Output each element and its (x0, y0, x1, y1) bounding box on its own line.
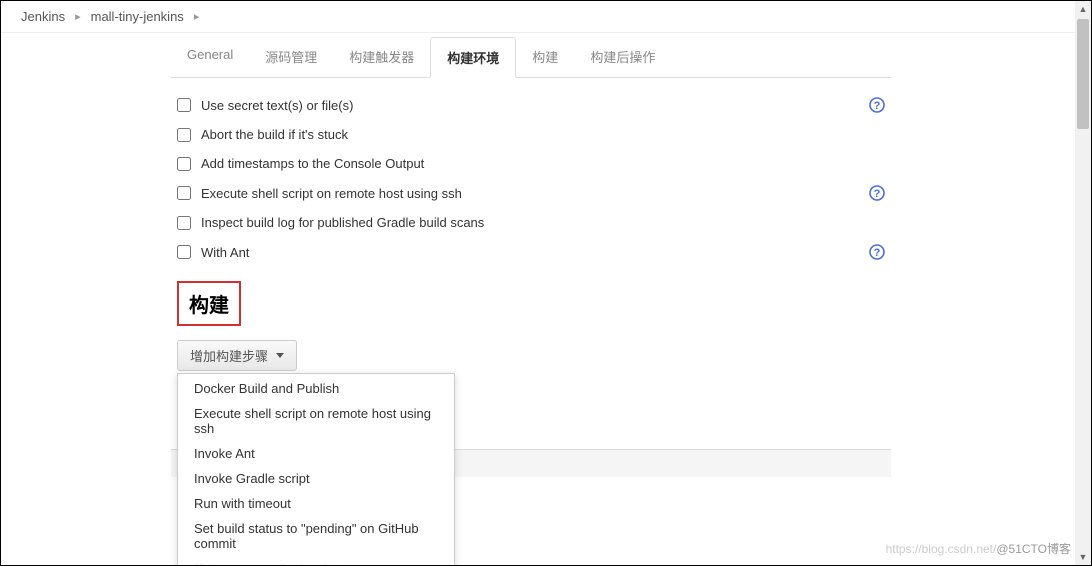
option-abort-stuck: Abort the build if it's stuck (171, 120, 891, 149)
tab-build[interactable]: 构建 (516, 37, 574, 77)
menu-invoke-gradle[interactable]: Invoke Gradle script (178, 466, 454, 491)
menu-ssh-shell[interactable]: Execute shell script on remote host usin… (178, 401, 454, 441)
menu-windows-batch[interactable]: 执行 Windows 批处理命令 (178, 556, 454, 566)
tab-scm[interactable]: 源码管理 (249, 37, 333, 77)
scrollbar-thumb[interactable] (1077, 19, 1089, 129)
scroll-up-icon[interactable]: ▲ (1075, 1, 1091, 17)
breadcrumb-separator: ▸ (75, 10, 81, 23)
menu-docker-build[interactable]: Docker Build and Publish (178, 376, 454, 401)
option-secret-text: Use secret text(s) or file(s) ? (171, 90, 891, 120)
checkbox-timestamps[interactable] (177, 157, 191, 171)
window: Jenkins ▸ mall-tiny-jenkins ▸ General 源码… (0, 0, 1092, 566)
breadcrumb-separator: ▸ (194, 10, 200, 23)
build-step-dropdown: Docker Build and Publish Execute shell s… (177, 373, 455, 566)
checkbox-abort-stuck[interactable] (177, 128, 191, 142)
tab-triggers[interactable]: 构建触发器 (333, 37, 430, 77)
option-ssh-shell: Execute shell script on remote host usin… (171, 178, 891, 208)
config-content: General 源码管理 构建触发器 构建环境 构建 构建后操作 Use sec… (171, 37, 911, 566)
breadcrumb-project[interactable]: mall-tiny-jenkins (91, 9, 184, 24)
add-build-step-button[interactable]: 增加构建步骤 (177, 340, 297, 371)
tab-build-env[interactable]: 构建环境 (430, 37, 516, 78)
tab-post-build[interactable]: 构建后操作 (574, 37, 671, 77)
option-timestamps: Add timestamps to the Console Output (171, 149, 891, 178)
menu-run-timeout[interactable]: Run with timeout (178, 491, 454, 516)
option-with-ant: With Ant ? (171, 237, 891, 267)
tabs: General 源码管理 构建触发器 构建环境 构建 构建后操作 (171, 37, 891, 78)
checkbox-with-ant[interactable] (177, 245, 191, 259)
help-icon[interactable]: ? (869, 185, 885, 201)
section-build-title: 构建 (177, 281, 241, 326)
scrollbar[interactable]: ▲ ▼ (1075, 1, 1091, 565)
breadcrumb-jenkins[interactable]: Jenkins (21, 9, 65, 24)
menu-invoke-ant[interactable]: Invoke Ant (178, 441, 454, 466)
svg-text:?: ? (874, 247, 881, 259)
svg-text:?: ? (874, 100, 881, 112)
menu-github-pending[interactable]: Set build status to "pending" on GitHub … (178, 516, 454, 556)
label-with-ant: With Ant (201, 245, 869, 260)
scroll-down-icon[interactable]: ▼ (1075, 549, 1091, 565)
label-timestamps: Add timestamps to the Console Output (201, 156, 869, 171)
help-icon[interactable]: ? (869, 97, 885, 113)
watermark: https://blog.csdn.net/@51CTO博客 (886, 540, 1071, 557)
svg-text:?: ? (874, 188, 881, 200)
label-abort-stuck: Abort the build if it's stuck (201, 127, 869, 142)
label-ssh-shell: Execute shell script on remote host usin… (201, 186, 869, 201)
breadcrumb: Jenkins ▸ mall-tiny-jenkins ▸ (1, 1, 1091, 33)
add-build-step-label: 增加构建步骤 (190, 346, 268, 365)
tab-general[interactable]: General (171, 37, 249, 77)
checkbox-secret-text[interactable] (177, 98, 191, 112)
help-icon[interactable]: ? (869, 244, 885, 260)
label-secret-text: Use secret text(s) or file(s) (201, 98, 869, 113)
label-gradle-scan: Inspect build log for published Gradle b… (201, 215, 869, 230)
checkbox-gradle-scan[interactable] (177, 216, 191, 230)
chevron-down-icon (276, 353, 284, 358)
option-gradle-scan: Inspect build log for published Gradle b… (171, 208, 891, 237)
checkbox-ssh-shell[interactable] (177, 186, 191, 200)
